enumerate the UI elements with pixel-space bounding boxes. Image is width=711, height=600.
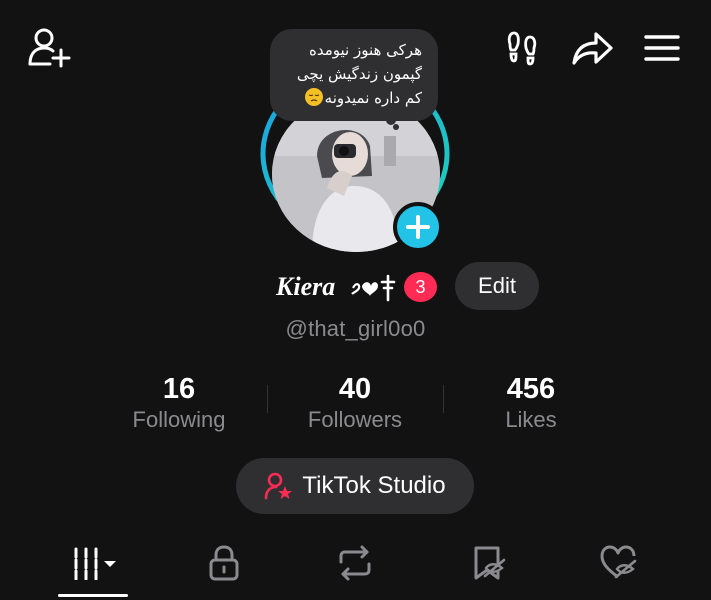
footprints-icon bbox=[507, 31, 537, 66]
person-star-icon bbox=[265, 472, 293, 500]
following-stat[interactable]: 16 Following bbox=[89, 372, 269, 434]
tab-selected-indicator bbox=[58, 594, 128, 597]
likes-label: Likes bbox=[505, 407, 557, 432]
add-story-button[interactable] bbox=[393, 202, 443, 252]
username: @that_girl0o0 bbox=[285, 316, 426, 341]
tab-reposts[interactable] bbox=[315, 538, 395, 588]
note-line-3: کم داره نمیدونه bbox=[284, 86, 422, 110]
person-plus-icon bbox=[28, 28, 71, 68]
likes-count: 456 bbox=[506, 373, 556, 405]
hamburger-menu-icon bbox=[644, 35, 680, 61]
plus-icon bbox=[406, 215, 430, 239]
tiktok-studio-button[interactable]: TikTok Studio bbox=[236, 458, 474, 514]
followers-stat[interactable]: 40 Followers bbox=[265, 372, 445, 434]
repost-icon bbox=[339, 545, 371, 581]
name-decoration-glyphs bbox=[351, 274, 396, 302]
footprints-button[interactable] bbox=[500, 26, 544, 70]
followers-count: 40 bbox=[338, 373, 372, 405]
followers-label: Followers bbox=[307, 407, 403, 432]
note-bubble[interactable]: هرکی هنوز نیومده گپمون زندگیش یچی کم دار… bbox=[270, 29, 438, 121]
notification-badge[interactable]: 3 bbox=[404, 272, 437, 302]
tab-favorites[interactable] bbox=[449, 538, 529, 588]
tiktok-studio-label: TikTok Studio bbox=[302, 472, 446, 499]
note-line-2: گپمون زندگیش یچی bbox=[296, 65, 422, 83]
likes-stat[interactable]: 456 Likes bbox=[441, 372, 621, 434]
tab-liked[interactable] bbox=[579, 538, 659, 588]
note-line-1: هرکی هنوز نیومده bbox=[308, 41, 422, 59]
following-count: 16 bbox=[162, 373, 196, 405]
tab-videos[interactable] bbox=[56, 538, 136, 588]
liked-hidden-icon bbox=[600, 545, 637, 579]
display-name: Kiera bbox=[276, 272, 336, 301]
edit-profile-button[interactable]: Edit bbox=[455, 262, 539, 310]
note-bubble-tail bbox=[386, 116, 399, 130]
favorites-hidden-icon bbox=[474, 546, 506, 580]
add-friend-button[interactable] bbox=[24, 24, 74, 70]
lock-icon bbox=[209, 545, 239, 581]
share-arrow-icon bbox=[572, 32, 613, 65]
following-label: Following bbox=[132, 407, 226, 432]
pensive-face-icon bbox=[304, 88, 323, 106]
tab-private[interactable] bbox=[184, 538, 264, 588]
menu-button[interactable] bbox=[640, 28, 684, 68]
note-line-3-text: کم داره نمیدونه bbox=[324, 89, 422, 107]
share-profile-button[interactable] bbox=[568, 26, 616, 70]
videos-grid-icon bbox=[74, 547, 116, 580]
